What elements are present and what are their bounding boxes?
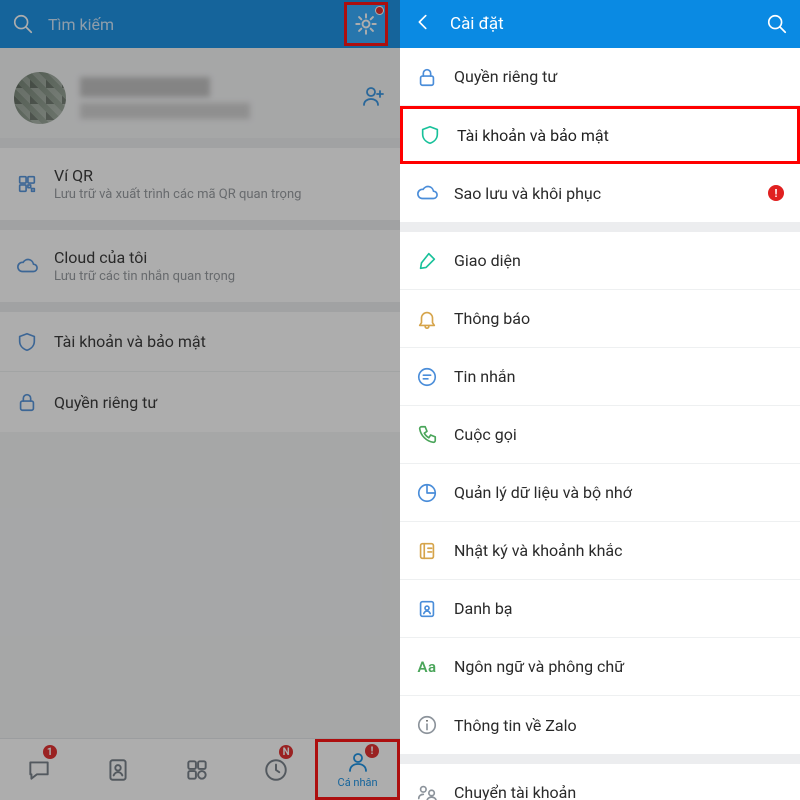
row-title: Danh bạ	[454, 599, 748, 618]
qr-wallet-row[interactable]: Ví QR Lưu trữ và xuất trình các mã QR qu…	[0, 148, 400, 220]
row-title: Thông báo	[454, 309, 748, 328]
brush-icon	[416, 250, 438, 272]
aa-icon: Aa	[416, 656, 438, 678]
nav-badge: N	[279, 745, 293, 759]
settings-row-info[interactable]: Thông tin về Zalo	[400, 696, 800, 754]
settings-row-shield[interactable]: Tài khoản và bảo mật	[400, 106, 800, 164]
lock-icon	[16, 391, 38, 413]
settings-row-aa[interactable]: Aa Ngôn ngữ và phông chữ	[400, 638, 800, 696]
settings-row-msg[interactable]: Tin nhắn	[400, 348, 800, 406]
left-topbar: Tìm kiếm	[0, 0, 400, 48]
row-title: Ngôn ngữ và phông chữ	[454, 657, 748, 676]
my-cloud-row[interactable]: Cloud của tôi Lưu trữ các tin nhắn quan …	[0, 230, 400, 302]
row-title: Quyền riêng tư	[54, 393, 384, 412]
row-title: Cloud của tôi	[54, 248, 384, 267]
cloud-icon	[16, 255, 38, 277]
row-title: Chuyển tài khoản	[454, 783, 748, 800]
personal-screen: Tìm kiếm Ví QR Lưu trữ và xuất trì	[0, 0, 400, 800]
search-input[interactable]: Tìm kiếm	[48, 15, 344, 34]
row-title: Tài khoản và bảo mật	[457, 126, 745, 145]
profile-subtitle	[80, 103, 250, 119]
row-title: Ví QR	[54, 166, 384, 185]
row-title: Quyền riêng tư	[454, 67, 748, 86]
nav-contacts[interactable]	[79, 739, 158, 800]
profile-name	[80, 77, 210, 97]
settings-button[interactable]	[344, 2, 388, 46]
row-title: Quản lý dữ liệu và bộ nhớ	[454, 483, 748, 502]
settings-row-cloud[interactable]: Sao lưu và khôi phục!	[400, 164, 800, 222]
alert-badge: !	[768, 185, 784, 201]
nav-alert-dot: !	[365, 744, 379, 758]
settings-row-phone[interactable]: Cuộc gọi	[400, 406, 800, 464]
nav-badge: 1	[43, 745, 57, 759]
cloud-icon	[416, 182, 438, 204]
settings-row-switch[interactable]: Chuyển tài khoản	[400, 764, 800, 800]
bell-icon	[416, 308, 438, 330]
avatar	[14, 72, 66, 124]
settings-row-brush[interactable]: Giao diện	[400, 232, 800, 290]
row-title: Sao lưu và khôi phục	[454, 184, 748, 203]
nav-label: Cá nhân	[338, 776, 378, 789]
phone-icon	[416, 424, 438, 446]
book-icon	[416, 598, 438, 620]
row-title: Cuộc gọi	[454, 425, 748, 444]
row-title: Giao diện	[454, 251, 748, 270]
nav-messages[interactable]: 1	[0, 739, 79, 800]
switch-icon	[416, 782, 438, 800]
settings-row-bell[interactable]: Thông báo	[400, 290, 800, 348]
nav-discover[interactable]	[158, 739, 237, 800]
settings-alert-dot	[375, 6, 384, 15]
page-title: Cài đặt	[450, 14, 766, 34]
bottom-nav: 1 N Cá nhân !	[0, 738, 400, 800]
shield-icon	[16, 331, 38, 353]
search-icon[interactable]	[766, 13, 788, 35]
settings-row-lock[interactable]: Quyền riêng tư	[400, 48, 800, 106]
settings-screen: Cài đặt Quyền riêng tư Tài khoản và bảo m…	[400, 0, 800, 800]
row-title: Tin nhắn	[454, 367, 748, 386]
row-subtitle: Lưu trữ các tin nhắn quan trọng	[54, 269, 384, 284]
shield-icon	[419, 124, 441, 146]
back-button[interactable]	[412, 11, 434, 37]
pie-icon	[416, 482, 438, 504]
diary-icon	[416, 540, 438, 562]
settings-row-pie[interactable]: Quản lý dữ liệu và bộ nhớ	[400, 464, 800, 522]
settings-row-book[interactable]: Danh bạ	[400, 580, 800, 638]
privacy-row[interactable]: Quyền riêng tư	[0, 372, 400, 432]
add-friend-icon[interactable]	[362, 84, 386, 112]
qr-icon	[16, 173, 38, 195]
settings-list: Quyền riêng tư Tài khoản và bảo mật Sao lư…	[400, 48, 800, 800]
row-title: Tài khoản và bảo mật	[54, 332, 384, 351]
msg-icon	[416, 366, 438, 388]
lock-icon	[416, 66, 438, 88]
row-subtitle: Lưu trữ và xuất trình các mã QR quan trọ…	[54, 187, 384, 202]
search-icon[interactable]	[12, 13, 34, 35]
account-security-row[interactable]: Tài khoản và bảo mật	[0, 312, 400, 372]
info-icon	[416, 714, 438, 736]
row-title: Thông tin về Zalo	[454, 716, 748, 735]
nav-personal[interactable]: Cá nhân !	[315, 739, 400, 800]
nav-timeline[interactable]: N	[236, 739, 315, 800]
right-topbar: Cài đặt	[400, 0, 800, 48]
settings-row-diary[interactable]: Nhật ký và khoảnh khắc	[400, 522, 800, 580]
row-title: Nhật ký và khoảnh khắc	[454, 541, 748, 560]
profile-header[interactable]	[0, 48, 400, 138]
